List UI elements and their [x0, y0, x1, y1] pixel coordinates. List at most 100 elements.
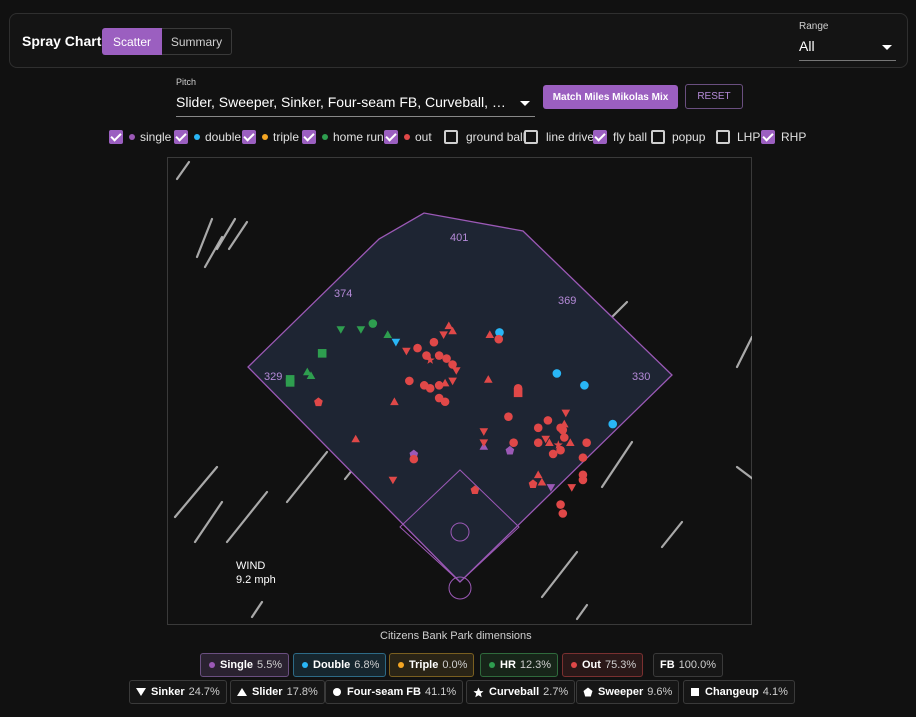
- filter-single[interactable]: single: [109, 129, 171, 145]
- out-dot-icon: [571, 662, 577, 668]
- checkbox-icon[interactable]: [593, 130, 607, 144]
- triangle-down-icon: [136, 687, 146, 697]
- filter-fly-ball[interactable]: fly ball: [593, 129, 647, 145]
- wind-streak: [193, 500, 224, 544]
- filter-label: double: [205, 130, 242, 144]
- dimension-right: 330: [632, 371, 650, 383]
- checkbox-icon[interactable]: [716, 130, 730, 144]
- star-icon: [473, 687, 484, 698]
- pitch-select[interactable]: Slider, Sweeper, Sinker, Four-seam FB, C…: [176, 94, 512, 110]
- batted-ball-changeup[interactable]: [317, 349, 327, 358]
- batted-ball-four-seam[interactable]: [434, 393, 444, 403]
- legend-label: Four-seam FB: [347, 686, 421, 698]
- filter-popup[interactable]: popup: [651, 129, 705, 145]
- filter-label: triple: [273, 130, 300, 144]
- filter-home-run[interactable]: home run: [302, 129, 384, 145]
- filter-triple[interactable]: triple: [242, 129, 299, 145]
- batted-ball-four-seam[interactable]: [494, 334, 504, 344]
- batted-ball-four-seam[interactable]: [560, 433, 569, 442]
- checkbox-icon[interactable]: [761, 130, 775, 144]
- batted-ball-sinker[interactable]: [567, 484, 577, 492]
- match-mix-button[interactable]: Match Miles Mikolas Mix: [543, 85, 678, 109]
- checkbox-icon[interactable]: [444, 130, 458, 144]
- wind-streak: [735, 335, 752, 369]
- batted-ball-four-seam[interactable]: [552, 369, 562, 378]
- filter-rhp[interactable]: RHP: [761, 129, 806, 145]
- batted-ball-four-seam[interactable]: [578, 453, 588, 462]
- caret-down-icon[interactable]: [520, 101, 530, 106]
- batted-ball-four-seam[interactable]: [556, 445, 565, 455]
- batted-ball-four-seam[interactable]: [580, 381, 589, 390]
- tab-summary[interactable]: Summary: [162, 28, 232, 55]
- legend-double[interactable]: Double 6.8%: [293, 653, 387, 677]
- square-icon: [690, 687, 700, 697]
- checkbox-icon[interactable]: [651, 130, 665, 144]
- legend-pct: 2.7%: [543, 686, 569, 698]
- batted-ball-changeup[interactable]: [285, 378, 295, 387]
- legend-four-seam[interactable]: Four-seam FB 41.1%: [325, 680, 464, 704]
- batted-ball-four-seam[interactable]: [548, 449, 558, 459]
- legend-triple[interactable]: Triple 0.0%: [389, 653, 475, 677]
- filter-ground-ball[interactable]: ground ball: [444, 129, 525, 145]
- reset-button[interactable]: RESET: [685, 84, 743, 109]
- triple-dot-icon: [262, 134, 268, 140]
- batted-ball-four-seam[interactable]: [533, 423, 543, 433]
- batted-ball-four-seam[interactable]: [556, 500, 565, 509]
- filter-label: RHP: [781, 130, 807, 144]
- legend-slider[interactable]: Slider 17.8%: [230, 680, 325, 704]
- batted-ball-four-seam[interactable]: [543, 416, 553, 425]
- batted-ball-four-seam[interactable]: [434, 351, 444, 360]
- batted-ball-four-seam[interactable]: [425, 384, 435, 393]
- tab-scatter[interactable]: Scatter: [102, 28, 162, 55]
- checkbox-icon[interactable]: [174, 130, 188, 144]
- range-select[interactable]: All: [799, 38, 815, 54]
- spray-chart: 329 374 401 369 330: [173, 160, 752, 621]
- filter-label: line drive: [546, 130, 595, 144]
- legend-pct: 24.7%: [188, 686, 220, 698]
- batted-ball-four-seam[interactable]: [558, 509, 568, 518]
- legend-label: Curveball: [489, 686, 540, 698]
- wind-label: WIND: [236, 560, 266, 572]
- pentagon-icon: [583, 687, 593, 697]
- batted-ball-four-seam[interactable]: [533, 438, 543, 448]
- dimension-center: 401: [450, 232, 468, 244]
- filter-line-drive[interactable]: line drive: [524, 129, 594, 145]
- batted-ball-four-seam[interactable]: [578, 475, 588, 485]
- legend-pct: 4.1%: [762, 686, 788, 698]
- legend-changeup[interactable]: Changeup 4.1%: [683, 680, 795, 704]
- filter-double[interactable]: double: [174, 129, 241, 145]
- checkbox-icon[interactable]: [109, 130, 123, 144]
- batted-ball-four-seam[interactable]: [413, 343, 422, 353]
- pitch-label: Pitch: [176, 77, 197, 87]
- batted-ball-four-seam[interactable]: [582, 438, 591, 448]
- checkbox-icon[interactable]: [384, 130, 398, 144]
- wind-speed: 9.2 mph: [236, 574, 276, 586]
- checkbox-icon[interactable]: [302, 130, 316, 144]
- batted-ball-four-seam[interactable]: [368, 319, 378, 328]
- batted-ball-four-seam[interactable]: [405, 376, 414, 386]
- checkbox-icon[interactable]: [524, 130, 538, 144]
- filter-out[interactable]: out: [384, 129, 432, 145]
- filter-lhp[interactable]: LHP: [716, 129, 760, 145]
- single-dot-icon: [129, 134, 135, 140]
- filter-label: LHP: [737, 130, 761, 144]
- legend-sweeper[interactable]: Sweeper 9.6%: [576, 680, 680, 704]
- legend-out[interactable]: Out 75.3%: [562, 653, 644, 677]
- legend-curveball[interactable]: Curveball 2.7%: [466, 680, 576, 704]
- batted-ball-four-seam[interactable]: [509, 438, 518, 448]
- legend-sinker[interactable]: Sinker 24.7%: [129, 680, 227, 704]
- batted-ball-four-seam[interactable]: [504, 412, 513, 421]
- legend-hr[interactable]: HR 12.3%: [480, 653, 559, 677]
- wind-streak: [540, 550, 579, 599]
- batted-ball-four-seam[interactable]: [513, 384, 523, 393]
- batted-ball-four-seam[interactable]: [608, 419, 618, 429]
- wind-streak: [285, 450, 329, 504]
- batted-ball-four-seam[interactable]: [429, 337, 439, 347]
- batted-ball-four-seam[interactable]: [409, 454, 419, 464]
- legend-single[interactable]: Single 5.5%: [200, 653, 290, 677]
- double-dot-icon: [194, 134, 200, 140]
- checkbox-icon[interactable]: [242, 130, 256, 144]
- header-card: Spray Chart Scatter Summary Range All: [9, 13, 908, 68]
- caret-down-icon[interactable]: [882, 45, 892, 50]
- legend-label: Sinker: [151, 686, 185, 698]
